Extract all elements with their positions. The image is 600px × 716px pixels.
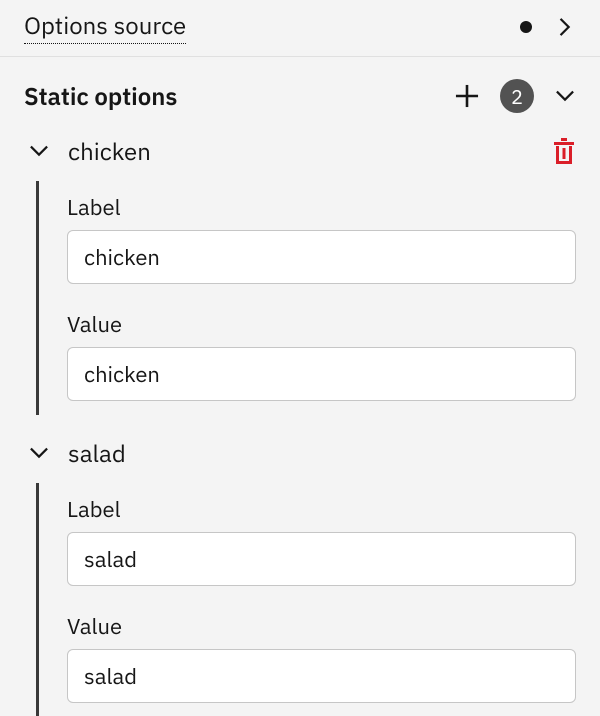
options-count-badge: 2 xyxy=(500,79,534,113)
delete-option-button[interactable] xyxy=(552,138,576,164)
option-item-header: salad xyxy=(0,415,600,469)
trash-icon xyxy=(552,138,576,164)
option-item-body: Label Value xyxy=(36,483,600,716)
options-source-expand-button[interactable] xyxy=(554,16,576,38)
label-field-label: Label xyxy=(67,193,576,222)
value-field-label: Value xyxy=(67,310,576,339)
label-input[interactable] xyxy=(67,230,576,284)
status-dot-icon xyxy=(520,21,532,33)
label-field-label: Label xyxy=(67,495,576,524)
options-source-label[interactable]: Options source xyxy=(24,10,186,44)
option-item-name: salad xyxy=(68,437,126,469)
item-toggle-button[interactable] xyxy=(24,140,68,162)
options-panel: Options source Static options 2 xyxy=(0,0,600,716)
option-item-body: Label Value xyxy=(36,181,600,415)
value-input[interactable] xyxy=(67,649,576,703)
options-source-row: Options source xyxy=(0,0,600,57)
collapse-section-button[interactable] xyxy=(554,85,576,107)
chevron-down-icon xyxy=(28,442,50,464)
chevron-down-icon xyxy=(28,140,50,162)
option-item-header: chicken xyxy=(0,113,600,167)
label-input[interactable] xyxy=(67,532,576,586)
static-options-header: Static options 2 xyxy=(0,57,600,113)
value-input[interactable] xyxy=(67,347,576,401)
chevron-right-icon xyxy=(554,16,576,38)
option-item-name: chicken xyxy=(68,135,151,167)
add-option-button[interactable] xyxy=(454,83,480,109)
value-field-label: Value xyxy=(67,612,576,641)
static-options-title: Static options xyxy=(24,80,177,112)
plus-icon xyxy=(454,83,480,109)
chevron-down-icon xyxy=(554,85,576,107)
item-toggle-button[interactable] xyxy=(24,442,68,464)
